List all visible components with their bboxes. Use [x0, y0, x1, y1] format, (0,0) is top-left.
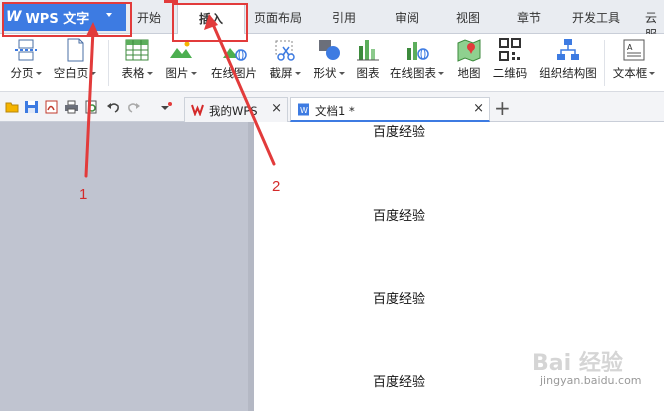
- doc-tab-document1[interactable]: W 文档1 * ×: [290, 97, 490, 122]
- annotation-number-2: 2: [272, 178, 281, 195]
- screenshot-button[interactable]: 截屏: [264, 34, 306, 92]
- blank-page-label: 空白页: [53, 66, 89, 80]
- table-label: 表格: [121, 66, 145, 80]
- table-button[interactable]: 表格: [116, 34, 158, 92]
- page-break-icon: [15, 39, 37, 61]
- table-icon: [125, 39, 149, 61]
- ribbon-insert: 分页 空白页 表格 图片 在线图片 截屏 形状 图表 在线图表 地图 二维码 组…: [0, 34, 664, 92]
- picture-button[interactable]: 图片: [160, 34, 202, 92]
- customize-toolbar-icon[interactable]: [158, 100, 173, 114]
- doc-tab-label: 我的WPS: [209, 104, 258, 118]
- tab-view[interactable]: 视图: [456, 9, 480, 26]
- redo-icon[interactable]: [126, 100, 141, 114]
- dropdown-arrow-icon: [146, 72, 153, 75]
- map-label: 地图: [457, 66, 481, 80]
- annotation-number-1: 1: [79, 186, 88, 203]
- dropdown-arrow-icon: [438, 72, 444, 75]
- document-paragraph[interactable]: 百度经验: [373, 121, 425, 140]
- tab-developer[interactable]: 开发工具: [572, 9, 620, 26]
- dropdown-arrow-icon: [294, 72, 301, 75]
- close-icon[interactable]: ×: [271, 101, 282, 116]
- tab-review[interactable]: 审阅: [395, 9, 419, 26]
- print-preview-icon[interactable]: [84, 100, 99, 114]
- org-chart-button[interactable]: 组织结构图: [535, 34, 601, 92]
- watermark-url: jingyan.baidu.com: [540, 374, 642, 387]
- dropdown-arrow-icon: [90, 72, 97, 75]
- online-chart-label: 在线图表: [390, 66, 436, 80]
- doc-tab-label: 文档1 *: [315, 104, 355, 118]
- print-icon[interactable]: [64, 100, 79, 114]
- blank-page-button[interactable]: 空白页: [50, 34, 100, 92]
- qrcode-icon: [499, 38, 521, 61]
- scissors-icon: [275, 40, 295, 61]
- annotation-box-wps-menu: [2, 2, 132, 37]
- shapes-icon: [319, 40, 340, 60]
- export-pdf-icon[interactable]: [44, 100, 59, 114]
- tab-section[interactable]: 章节: [517, 9, 541, 26]
- new-tab-button[interactable]: +: [494, 96, 511, 120]
- document-paragraph[interactable]: 百度经验: [373, 288, 425, 307]
- map-icon: [457, 39, 481, 62]
- online-picture-label: 在线图片: [211, 66, 257, 80]
- online-chart-button[interactable]: 在线图表: [386, 34, 448, 92]
- undo-icon[interactable]: [106, 100, 121, 114]
- textbox-button[interactable]: A 文本框: [608, 34, 660, 92]
- chart-label: 图表: [356, 66, 380, 80]
- online-picture-button[interactable]: 在线图片: [206, 34, 262, 92]
- qrcode-button[interactable]: 二维码: [488, 34, 532, 92]
- page-break-button[interactable]: 分页: [4, 34, 48, 92]
- dropdown-arrow-icon: [338, 72, 345, 75]
- shapes-label: 形状: [313, 66, 337, 80]
- textbox-icon: A: [623, 39, 645, 61]
- wps-logo-icon: [191, 104, 204, 116]
- shapes-button[interactable]: 形状: [308, 34, 350, 92]
- save-icon[interactable]: [24, 100, 39, 114]
- online-chart-icon: [407, 42, 429, 60]
- ribbon-divider: [108, 40, 109, 86]
- document-margin-area: [0, 122, 254, 411]
- tab-start[interactable]: 开始: [137, 9, 161, 26]
- svg-text:A: A: [627, 43, 633, 52]
- org-chart-label: 组织结构图: [539, 66, 597, 80]
- wps-window: { "app": { "title": "WPS 文字" }, "menu_ta…: [0, 0, 664, 411]
- dropdown-arrow-icon: [190, 72, 197, 75]
- annotation-box-insert-tab: [172, 3, 248, 42]
- doc-tab-my-wps[interactable]: 我的WPS ×: [184, 97, 288, 122]
- blank-page-icon: [67, 38, 84, 62]
- bar-chart-icon: [357, 40, 379, 61]
- quick-access-toolbar: 我的WPS × W 文档1 * ×: [0, 92, 664, 122]
- annotation-marker: [164, 0, 178, 3]
- screenshot-label: 截屏: [269, 66, 293, 80]
- picture-label: 图片: [165, 66, 189, 80]
- tab-page-layout[interactable]: 页面布局: [254, 9, 302, 26]
- document-paragraph[interactable]: 百度经验: [373, 205, 425, 224]
- page-break-label: 分页: [10, 66, 34, 80]
- document-icon: W: [298, 103, 309, 116]
- chart-button[interactable]: 图表: [352, 34, 384, 92]
- close-icon[interactable]: ×: [473, 101, 484, 116]
- document-paragraph[interactable]: 百度经验: [373, 371, 425, 390]
- svg-text:W: W: [300, 106, 308, 115]
- dropdown-arrow-icon: [649, 72, 656, 75]
- watermark-logo-text: Bai 经验: [532, 350, 623, 376]
- dropdown-arrow-icon: [35, 72, 42, 75]
- ribbon-divider: [604, 40, 605, 86]
- qrcode-label: 二维码: [492, 66, 528, 80]
- open-folder-icon[interactable]: [5, 100, 20, 114]
- org-chart-icon: [557, 39, 579, 60]
- tab-references[interactable]: 引用: [332, 9, 356, 26]
- map-button[interactable]: 地图: [452, 34, 486, 92]
- textbox-label: 文本框: [612, 66, 648, 80]
